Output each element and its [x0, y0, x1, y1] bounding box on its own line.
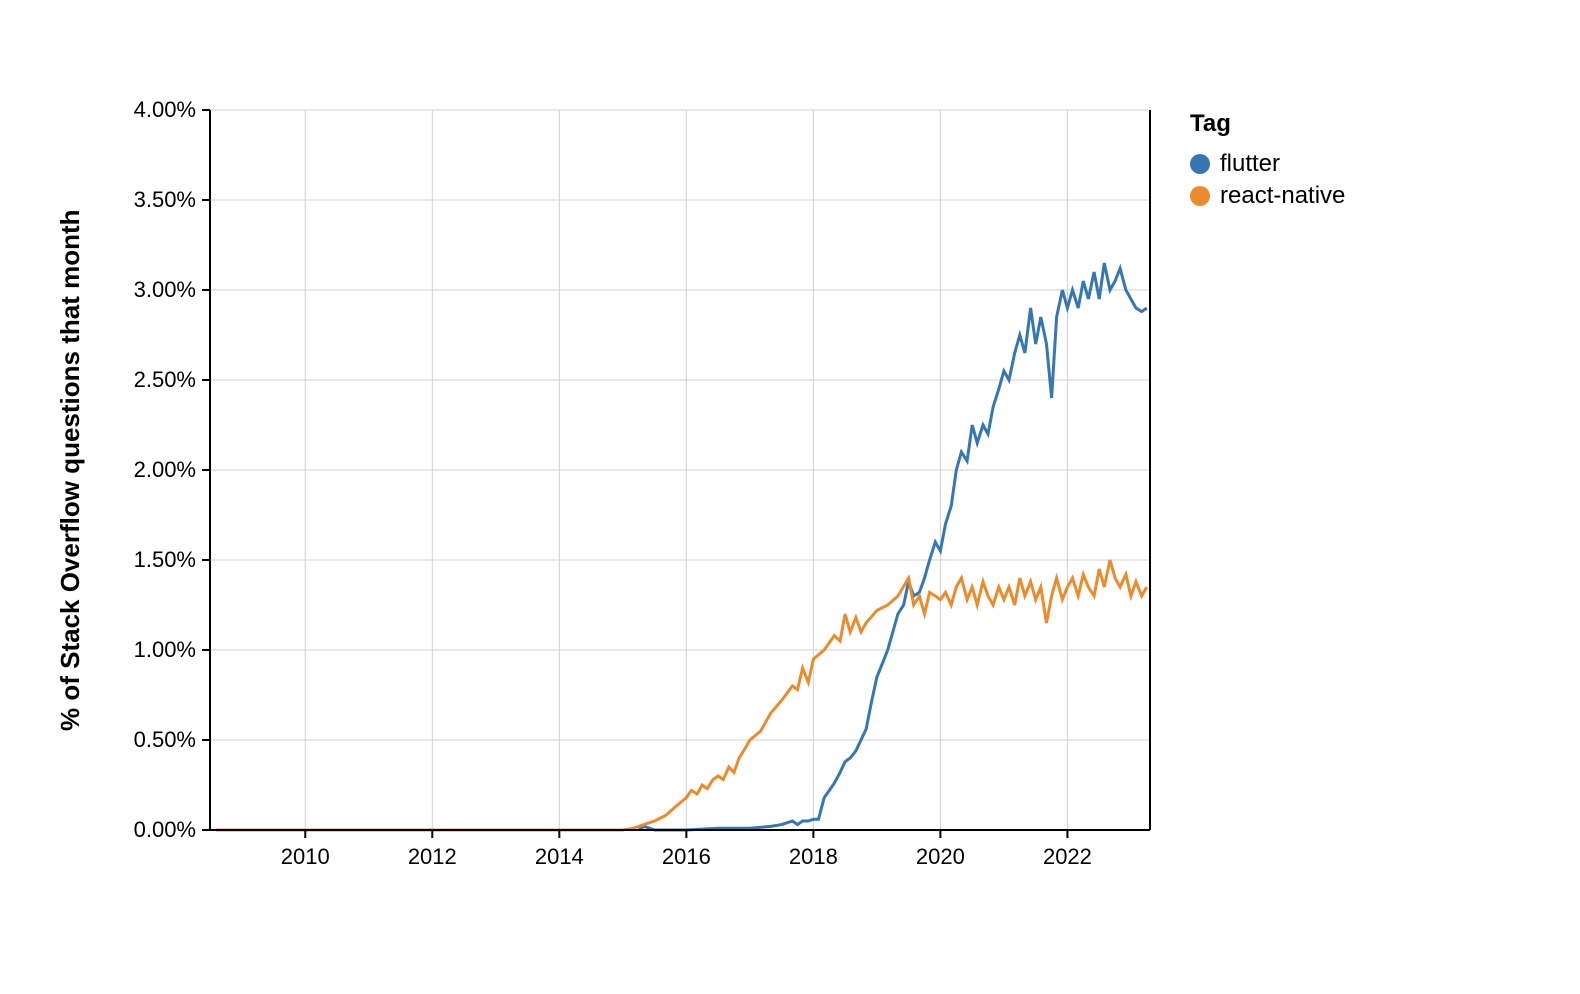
- chart-svg: 0.00% 0.50% 1.00% 1.50% 2.00% 2.50% 3.00% 3.50%…: [80, 90, 1160, 890]
- x-tick-label: 2014: [535, 844, 584, 869]
- x-tick-label: 2010: [281, 844, 330, 869]
- y-tick-label: 3.50%: [134, 187, 196, 212]
- x-tick-label: 2018: [789, 844, 838, 869]
- y-tick-label: 1.50%: [134, 547, 196, 572]
- x-tick-label: 2022: [1043, 844, 1092, 869]
- legend-item-flutter: flutter: [1190, 150, 1345, 178]
- y-tick-label: 4.00%: [134, 97, 196, 122]
- y-tick-label: 2.50%: [134, 367, 196, 392]
- legend-swatch-icon: [1190, 186, 1210, 206]
- legend-item-react-native: react-native: [1190, 182, 1345, 210]
- legend: Tag flutter react-native: [1190, 110, 1345, 214]
- x-tick-label: 2020: [916, 844, 965, 869]
- legend-swatch-icon: [1190, 154, 1210, 174]
- legend-label: react-native: [1220, 182, 1345, 210]
- y-tick-label: 0.00%: [134, 817, 196, 842]
- x-tick-label: 2012: [408, 844, 457, 869]
- y-tick-label: 3.00%: [134, 277, 196, 302]
- y-tick-label: 2.00%: [134, 457, 196, 482]
- chart-area: 0.00% 0.50% 1.00% 1.50% 2.00% 2.50% 3.00% 3.50%…: [80, 90, 1160, 890]
- series-flutter: [639, 263, 1147, 830]
- legend-label: flutter: [1220, 150, 1280, 178]
- legend-title: Tag: [1190, 110, 1345, 138]
- x-tick-label: 2016: [662, 844, 711, 869]
- y-tick-label: 0.50%: [134, 727, 196, 752]
- series-react-native: [216, 560, 1146, 830]
- y-tick-label: 1.00%: [134, 637, 196, 662]
